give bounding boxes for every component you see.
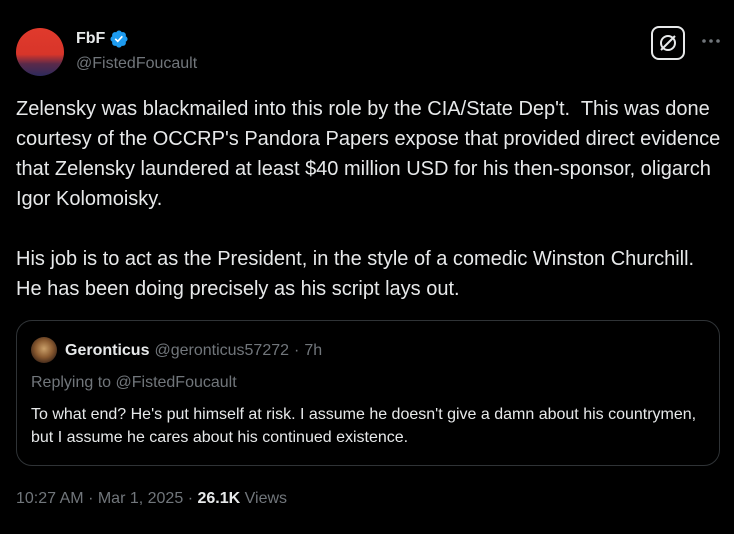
tweet-date[interactable]: Mar 1, 2025 xyxy=(98,490,183,507)
tweet-time[interactable]: 10:27 AM xyxy=(16,490,84,507)
more-options-button[interactable] xyxy=(700,30,722,54)
author-name-row: FbF xyxy=(76,29,129,49)
quote-header: Geronticus @geronticus57272 · 7h xyxy=(65,342,322,360)
quote-text: To what end? He's put himself at risk. I… xyxy=(31,406,701,446)
quote-separator: · xyxy=(294,342,300,359)
tweet-text: Zelensky was blackmailed into this role … xyxy=(16,98,721,300)
more-options-icon xyxy=(702,39,720,43)
quote-author-handle[interactable]: @geronticus57272 xyxy=(154,342,289,360)
author-avatar[interactable] xyxy=(16,28,64,76)
footer-separator: · xyxy=(88,490,94,507)
quote-replying-to: Replying to @FistedFoucault xyxy=(31,374,237,391)
views-count[interactable]: 26.1K xyxy=(197,490,240,507)
author-handle[interactable]: @FistedFoucault xyxy=(76,55,197,73)
tweet-footer: 10:27 AM · Mar 1, 2025 · 26.1K Views xyxy=(16,490,287,508)
quote-time[interactable]: 7h xyxy=(304,342,322,360)
views-label: Views xyxy=(244,490,288,507)
grok-button[interactable] xyxy=(651,26,685,60)
quoted-tweet[interactable]: Geronticus @geronticus57272 · 7h Replyin… xyxy=(16,320,720,466)
author-display-name[interactable]: FbF xyxy=(76,30,105,48)
verified-badge-icon xyxy=(110,30,128,48)
quote-author-avatar[interactable] xyxy=(31,337,57,363)
quote-author-name[interactable]: Geronticus xyxy=(65,342,149,360)
grok-icon xyxy=(660,35,676,51)
footer-separator-2: · xyxy=(187,490,194,507)
